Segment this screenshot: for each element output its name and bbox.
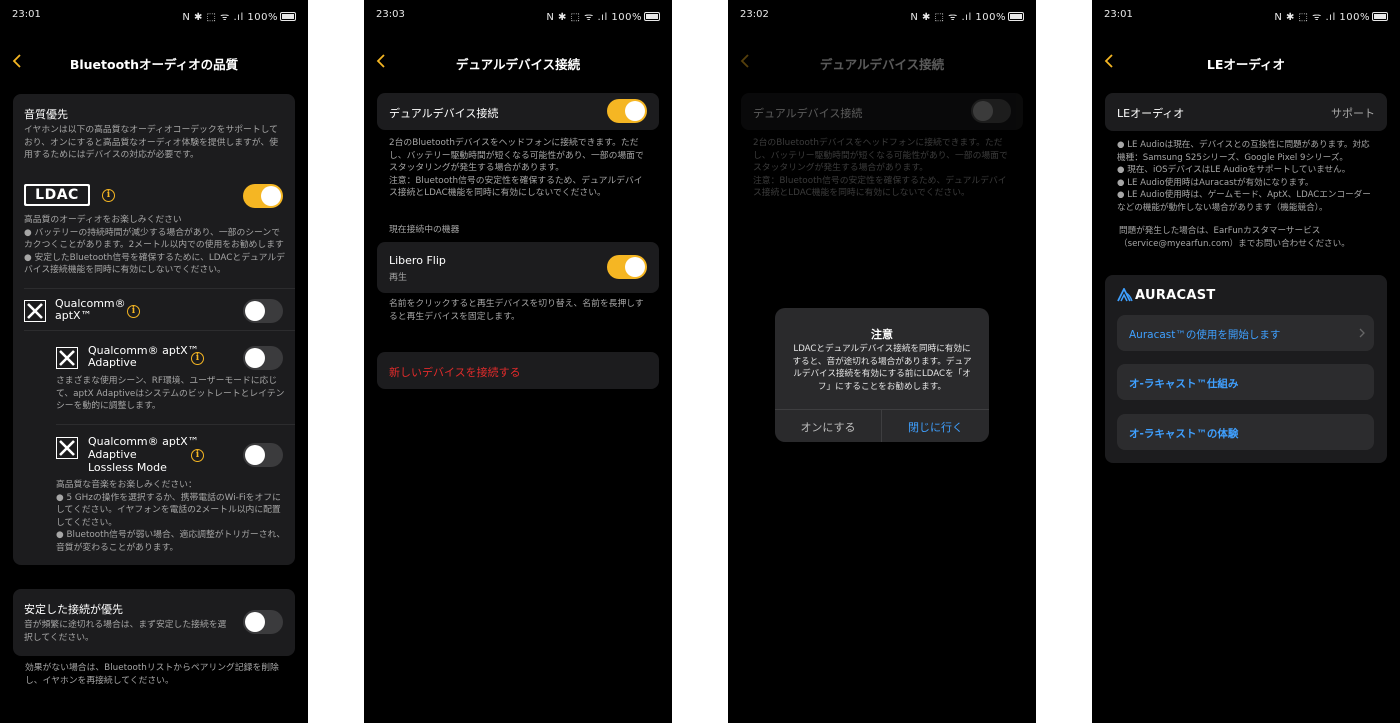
- qualcomm-aptx-adaptive-logo-icon: [56, 347, 78, 369]
- page-title: デュアルデバイス接続: [819, 57, 945, 72]
- auracast-logo-icon: [1117, 288, 1133, 302]
- aptx-info-icon[interactable]: i: [127, 305, 140, 318]
- dialog-cancel-button[interactable]: オンにする: [775, 419, 881, 435]
- stable-heading: 安定した接続が優先: [24, 603, 123, 616]
- screen-dual-device: 23:03 N ✱ ⬚ ᯤ .ıl 100% デュアルデバイス接続 デュアルデバ…: [364, 0, 672, 723]
- aptx-lossless-name: Qualcomm® aptX™ Adaptive Lossless Mode: [88, 435, 199, 474]
- divider: [24, 330, 295, 331]
- le-audio-label: LEオーディオ: [1117, 107, 1185, 120]
- auracast-brand: AURACAST: [1135, 288, 1216, 303]
- ldac-info-icon[interactable]: i: [102, 189, 115, 202]
- screen-le-audio: 23:01 N ✱ ⬚ ᯤ .ıl 100% LEオーディオ LEオーディオ サ…: [1092, 0, 1400, 723]
- aptx-toggle[interactable]: [243, 299, 283, 323]
- status-icons: N ✱ ⬚ ᯤ .ıl: [546, 12, 608, 23]
- status-icons: N ✱ ⬚ ᯤ .ıl: [182, 12, 244, 23]
- le-audio-row: LEオーディオ サポート: [1105, 93, 1387, 131]
- battery-percent: 100%: [611, 12, 642, 23]
- battery-icon: [1372, 12, 1388, 21]
- dual-device-desc: 2台のBluetoothデバイスをヘッドフォンに接続できます。ただ し、バッテリ…: [389, 138, 644, 198]
- auracast-how-button[interactable]: オ-ラキャスト™仕組み: [1117, 364, 1374, 400]
- connect-new-device-button[interactable]: 新しいデバイスを接続する: [377, 352, 659, 389]
- status-icons: N ✱ ⬚ ᯤ .ıl: [910, 12, 972, 23]
- dual-device-row[interactable]: デュアルデバイス接続: [741, 93, 1023, 130]
- device-row[interactable]: Libero Flip 再生: [377, 242, 659, 293]
- status-icons: N ✱ ⬚ ᯤ .ıl: [1274, 12, 1336, 23]
- auracast-start-label: Auracast™の使用を開始します: [1129, 329, 1281, 341]
- battery-percent: 100%: [247, 12, 278, 23]
- status-bar: 23:02 N ✱ ⬚ ᯤ .ıl 100%: [740, 9, 1024, 23]
- auracast-start-button[interactable]: Auracast™の使用を開始します: [1117, 315, 1374, 351]
- codec-card: 音質優先 イヤホンは以下の高品質なオーディオコーデックをサポートして おり、オン…: [13, 94, 295, 565]
- battery-icon: [280, 12, 296, 21]
- chevron-right-icon: [1359, 328, 1365, 338]
- qualcomm-aptx-logo-icon: [24, 300, 46, 322]
- qualcomm-aptx-lossless-logo-icon: [56, 437, 78, 459]
- aptx-lossless-desc: 高品質な音楽をお楽しみください： ● 5 GHzの操作を選択するか、携帯電話のW…: [56, 480, 286, 553]
- screen-dual-device-dialog: 23:02 N ✱ ⬚ ᯤ .ıl 100% デュアルデバイス接続 デュアルデバ…: [728, 0, 1036, 723]
- device-toggle[interactable]: [607, 255, 647, 279]
- aptx-name: Qualcomm® aptX™: [55, 297, 126, 322]
- status-bar: 23:03 N ✱ ⬚ ᯤ .ıl 100%: [376, 9, 660, 23]
- nav-header: Bluetoothオーディオの品質: [0, 52, 308, 72]
- auracast-card: AURACAST Auracast™の使用を開始します オ-ラキャスト™仕組み …: [1105, 275, 1387, 463]
- status-bar: 23:01 N ✱ ⬚ ᯤ .ıl 100%: [1104, 9, 1388, 23]
- contact-note: 問題が発生した場合は、EarFunカスタマーサービス （service@myea…: [1119, 226, 1350, 249]
- auracast-experience-label: オ-ラキャスト™の体験: [1129, 428, 1239, 440]
- aptx-lossless-toggle[interactable]: [243, 443, 283, 467]
- aptx-adaptive-name: Qualcomm® aptX™ Adaptive: [88, 344, 199, 369]
- page-title: デュアルデバイス接続: [455, 57, 581, 72]
- section-label: 現在接続中の機器: [389, 225, 460, 235]
- sound-priority-heading: 音質優先: [24, 108, 68, 121]
- dual-device-desc: 2台のBluetoothデバイスをヘッドフォンに接続できます。ただ し、バッテリ…: [753, 138, 1008, 198]
- stable-toggle[interactable]: [243, 610, 283, 634]
- warning-dialog: 注意 LDACとデュアルデバイス接続を同時に有効に すると、音が途切れる場合があ…: [775, 308, 989, 442]
- device-hint: 名前をクリックすると再生デバイスを切り替え、名前を長押しす ると再生デバイスを固…: [389, 299, 644, 322]
- divider: [56, 424, 295, 425]
- aptx-adaptive-toggle[interactable]: [243, 346, 283, 370]
- status-time: 23:01: [12, 9, 41, 20]
- auracast-experience-button[interactable]: オ-ラキャスト™の体験: [1117, 414, 1374, 450]
- ldac-logo: LDAC: [24, 184, 90, 206]
- aptx-adaptive-desc: さまざまな使用シーン、RF環境、ユーザーモードに応じ て、aptX Adapti…: [56, 376, 285, 411]
- battery-icon: [644, 12, 660, 21]
- sound-priority-desc: イヤホンは以下の高品質なオーディオコーデックをサポートして おり、オンにすると高…: [24, 125, 279, 160]
- status-time: 23:03: [376, 9, 405, 20]
- page-title: Bluetoothオーディオの品質: [69, 57, 239, 72]
- dual-device-row[interactable]: デュアルデバイス接続: [377, 93, 659, 130]
- nav-header: デュアルデバイス接続: [364, 52, 672, 72]
- stable-desc: 音が頻繁に途切れる場合は、まず安定した接続を選 択してください。: [24, 620, 227, 643]
- status-time: 23:02: [740, 9, 769, 20]
- nav-header: LEオーディオ: [1092, 52, 1400, 72]
- status-bar: 23:01 N ✱ ⬚ ᯤ .ıl 100%: [12, 9, 296, 23]
- footer-note: 効果がない場合は、Bluetoothリストからペアリング記録を削除 し、イヤホン…: [25, 663, 279, 686]
- device-name[interactable]: Libero Flip: [389, 254, 446, 267]
- auracast-how-label: オ-ラキャスト™仕組み: [1129, 378, 1239, 390]
- dual-device-label: デュアルデバイス接続: [389, 107, 499, 120]
- page-title: LEオーディオ: [1206, 57, 1286, 72]
- status-time: 23:01: [1104, 9, 1133, 20]
- dialog-confirm-button[interactable]: 閉じに行く: [882, 419, 989, 435]
- dialog-divider: [775, 409, 989, 410]
- battery-percent: 100%: [1339, 12, 1370, 23]
- dual-device-label: デュアルデバイス接続: [753, 107, 863, 120]
- battery-icon: [1008, 12, 1024, 21]
- le-audio-value: サポート: [1331, 107, 1375, 120]
- dialog-title: 注意: [871, 328, 893, 341]
- nav-header: デュアルデバイス接続: [728, 52, 1036, 72]
- aptx-lossless-info-icon[interactable]: i: [191, 449, 204, 462]
- dual-device-toggle[interactable]: [607, 99, 647, 123]
- ldac-toggle[interactable]: [243, 184, 283, 208]
- aptx-adaptive-info-icon[interactable]: i: [191, 352, 204, 365]
- screen-audio-quality: 23:01 N ✱ ⬚ ᯤ .ıl 100% Bluetoothオーディオの品質…: [0, 0, 308, 723]
- dual-device-toggle[interactable]: [971, 99, 1011, 123]
- device-status: 再生: [389, 273, 408, 283]
- ldac-desc: 高品質のオーディオをお楽しみください ● バッテリーの持続時間が減少する場合があ…: [24, 215, 285, 275]
- divider: [24, 288, 295, 289]
- connect-new-label: 新しいデバイスを接続する: [389, 366, 521, 379]
- le-audio-notes: ● LE Audioは現在、デバイスとの互換性に問題があります。対応 機種：Sa…: [1117, 140, 1371, 213]
- dialog-body: LDACとデュアルデバイス接続を同時に有効に すると、音が途切れる場合があります…: [792, 344, 972, 392]
- battery-percent: 100%: [975, 12, 1006, 23]
- stable-connection-card: 安定した接続が優先 音が頻繁に途切れる場合は、まず安定した接続を選 択してくださ…: [13, 589, 295, 656]
